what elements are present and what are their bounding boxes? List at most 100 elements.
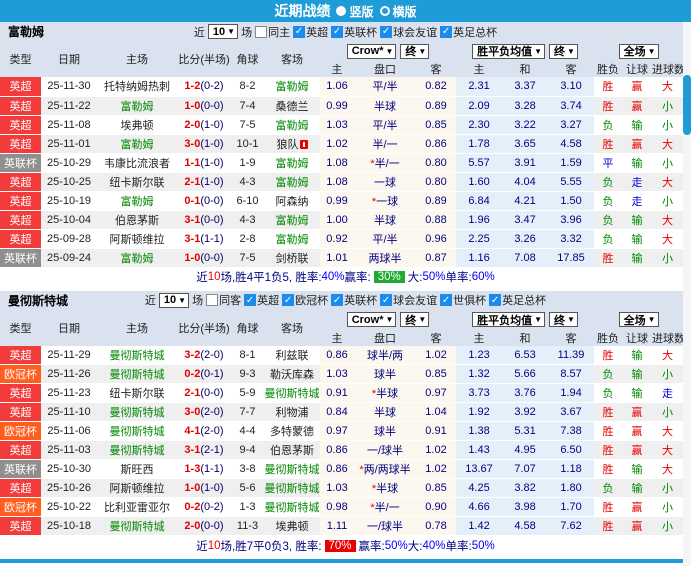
bookmaker-select-group: Crow* ▼ 终 ▼ xyxy=(320,309,457,330)
sub-column-header: 客 xyxy=(416,61,457,77)
avg-home-odds: 2.25 xyxy=(456,229,503,249)
avg-home-odds: 3.73 xyxy=(456,383,503,403)
layout-radio-vertical[interactable]: 竖版 xyxy=(336,3,374,20)
league-filter-checkbox[interactable]: ✓ 英足总杯 xyxy=(489,292,546,308)
league-filter-checkbox[interactable]: ✓ 世俱杯 xyxy=(440,292,486,308)
avg-draw-odds: 3.26 xyxy=(502,229,549,249)
goals-outcome: 小 xyxy=(652,364,684,384)
sub-column-header: 客 xyxy=(416,329,457,346)
chevron-down-icon: ▼ xyxy=(385,46,394,56)
checkbox-icon: ✓ xyxy=(380,294,393,306)
avg-select-group: 胜平负均值 ▼ 终 ▼ xyxy=(456,41,595,61)
odds-time-select[interactable]: 终 ▼ xyxy=(400,312,430,327)
table-row: 英超 25-10-04 伯恩茅斯 3-1(0-0) 4-3 富勒姆 1.00 半球 0.88 1.… xyxy=(0,210,684,230)
same-venue-checkbox[interactable]: 同客 xyxy=(206,292,241,308)
avg-time-select[interactable]: 终 ▼ xyxy=(549,312,578,327)
avg-away-odds: 1.80 xyxy=(548,478,595,498)
half-score: (2-0) xyxy=(200,406,224,418)
avg-away-odds: 1.50 xyxy=(548,191,595,211)
league-filter-checkbox[interactable]: ✓ 球会友谊 xyxy=(380,24,437,40)
away-team: 富勒姆 xyxy=(264,77,320,97)
away-team: 富勒姆 xyxy=(264,153,320,173)
summary-part: 赢率: xyxy=(344,272,371,284)
avg-time-select-value: 终 xyxy=(554,46,566,58)
league-filter-checkbox[interactable]: ✓ 英超 xyxy=(293,24,328,40)
goals-outcome: 小 xyxy=(652,516,684,536)
avg-method-select[interactable]: 胜平负均值 ▼ xyxy=(472,43,546,59)
handicap-outcome: 输 xyxy=(622,115,653,135)
title-bar: 近期战绩 竖版 横版 xyxy=(0,0,691,22)
avg-home-odds: 1.43 xyxy=(456,440,503,460)
home-odds: 1.08 xyxy=(320,153,354,173)
column-header: 主场 xyxy=(97,309,177,346)
avg-away-odds: 6.50 xyxy=(548,440,595,460)
handicap-outcome: 赢 xyxy=(622,134,653,154)
handicap: 一球 xyxy=(354,172,416,192)
sub-column-header: 胜负 xyxy=(594,329,623,346)
match-scope-select[interactable]: 全场 ▼ xyxy=(618,312,659,327)
same-venue-checkbox[interactable]: 同主 xyxy=(255,24,290,40)
avg-away-odds: 1.70 xyxy=(548,497,595,517)
summary-part: 10 xyxy=(207,271,221,283)
scrollbar-track[interactable] xyxy=(683,22,691,566)
avg-away-odds: 3.96 xyxy=(548,210,595,230)
match-scope-select[interactable]: 全场 ▼ xyxy=(618,43,659,59)
match-date: 25-10-18 xyxy=(41,516,97,536)
away-team: 富勒姆 xyxy=(264,115,320,135)
half-score: (1-0) xyxy=(200,175,224,188)
scrollbar-thumb[interactable] xyxy=(683,75,691,135)
goals-outcome: 小 xyxy=(652,191,684,211)
scope-select-group: 全场 ▼ xyxy=(594,309,684,330)
avg-method-select[interactable]: 胜平负均值 ▼ xyxy=(472,312,546,327)
avg-draw-odds: 3.22 xyxy=(502,115,549,135)
league-filter-checkbox[interactable]: ✓ 英足总杯 xyxy=(440,24,497,40)
checkbox-icon: ✓ xyxy=(440,294,453,306)
corner-score: 8-2 xyxy=(231,77,264,97)
avg-away-odds: 1.94 xyxy=(548,383,595,403)
goals-outcome: 大 xyxy=(652,134,684,154)
handicap-outcome: 输 xyxy=(622,364,653,384)
match-count-select[interactable]: 10 ▼ xyxy=(207,24,239,39)
league-filter-checkbox-label: 球会友谊 xyxy=(393,26,438,39)
goals-outcome: 大 xyxy=(652,210,684,230)
handicap-outcome: 赢 xyxy=(622,421,653,441)
avg-time-select[interactable]: 终 ▼ xyxy=(549,43,578,59)
bookmaker-select[interactable]: Crow* ▼ xyxy=(346,43,397,59)
sub-column-header: 胜负 xyxy=(594,61,623,77)
bookmaker-select-group: Crow* ▼ 终 ▼ xyxy=(320,41,457,61)
live-video-icon[interactable] xyxy=(299,140,308,150)
radio-vertical-label: 竖版 xyxy=(349,4,374,19)
league-filter-checkbox[interactable]: ✓ 欧冠杯 xyxy=(282,292,328,308)
away-team: 富勒姆 xyxy=(264,210,320,230)
score-cell: 2-0(1-0) xyxy=(177,115,231,135)
home-odds: 0.84 xyxy=(320,402,354,422)
away-team: 桑德兰 xyxy=(264,96,320,116)
league-badge: 英联杯 xyxy=(0,248,41,268)
league-filter-checkbox[interactable]: ✓ 英联杯 xyxy=(331,24,377,40)
match-date: 25-10-04 xyxy=(41,210,97,230)
layout-radio-horizontal[interactable]: 横版 xyxy=(379,3,417,20)
team-name: 富勒姆 xyxy=(8,25,45,39)
odds-time-select[interactable]: 终 ▼ xyxy=(400,43,430,59)
chevron-down-icon: ▼ xyxy=(534,46,543,56)
half-score: (1-0) xyxy=(200,482,224,494)
corner-score: 5-9 xyxy=(231,383,264,403)
team-section-2: 曼彻斯特城近 10 ▼ 场同客 ✓ 英超 ✓ 欧冠杯 ✓ 英联杯 ✓ 球会友谊 ✓ 世俱杯 ✓ 英足总杯 类型日… xyxy=(0,290,691,555)
bookmaker-select[interactable]: Crow* ▼ xyxy=(346,312,397,327)
league-filter-checkbox[interactable]: ✓ 英联杯 xyxy=(331,292,377,308)
league-filter-checkbox-label: 英联杯 xyxy=(344,295,378,307)
league-badge: 英超 xyxy=(0,77,41,97)
sub-column-header: 进球数 xyxy=(652,329,685,346)
league-badge: 英联杯 xyxy=(0,153,41,173)
match-date: 25-11-29 xyxy=(41,345,97,365)
league-filter-checkbox[interactable]: ✓ 英超 xyxy=(244,292,279,308)
handicap: 半/一 xyxy=(354,134,416,154)
league-filter-checkbox[interactable]: ✓ 球会友谊 xyxy=(380,292,437,308)
league-badge: 英超 xyxy=(0,115,41,135)
half-score: (1-0) xyxy=(200,118,224,131)
match-scope-select-value: 全场 xyxy=(623,46,646,58)
home-odds: 1.00 xyxy=(320,210,354,230)
chevron-down-icon: ▼ xyxy=(178,295,187,305)
match-count-select[interactable]: 10 ▼ xyxy=(158,292,190,308)
half-score: (0-0) xyxy=(200,251,224,264)
